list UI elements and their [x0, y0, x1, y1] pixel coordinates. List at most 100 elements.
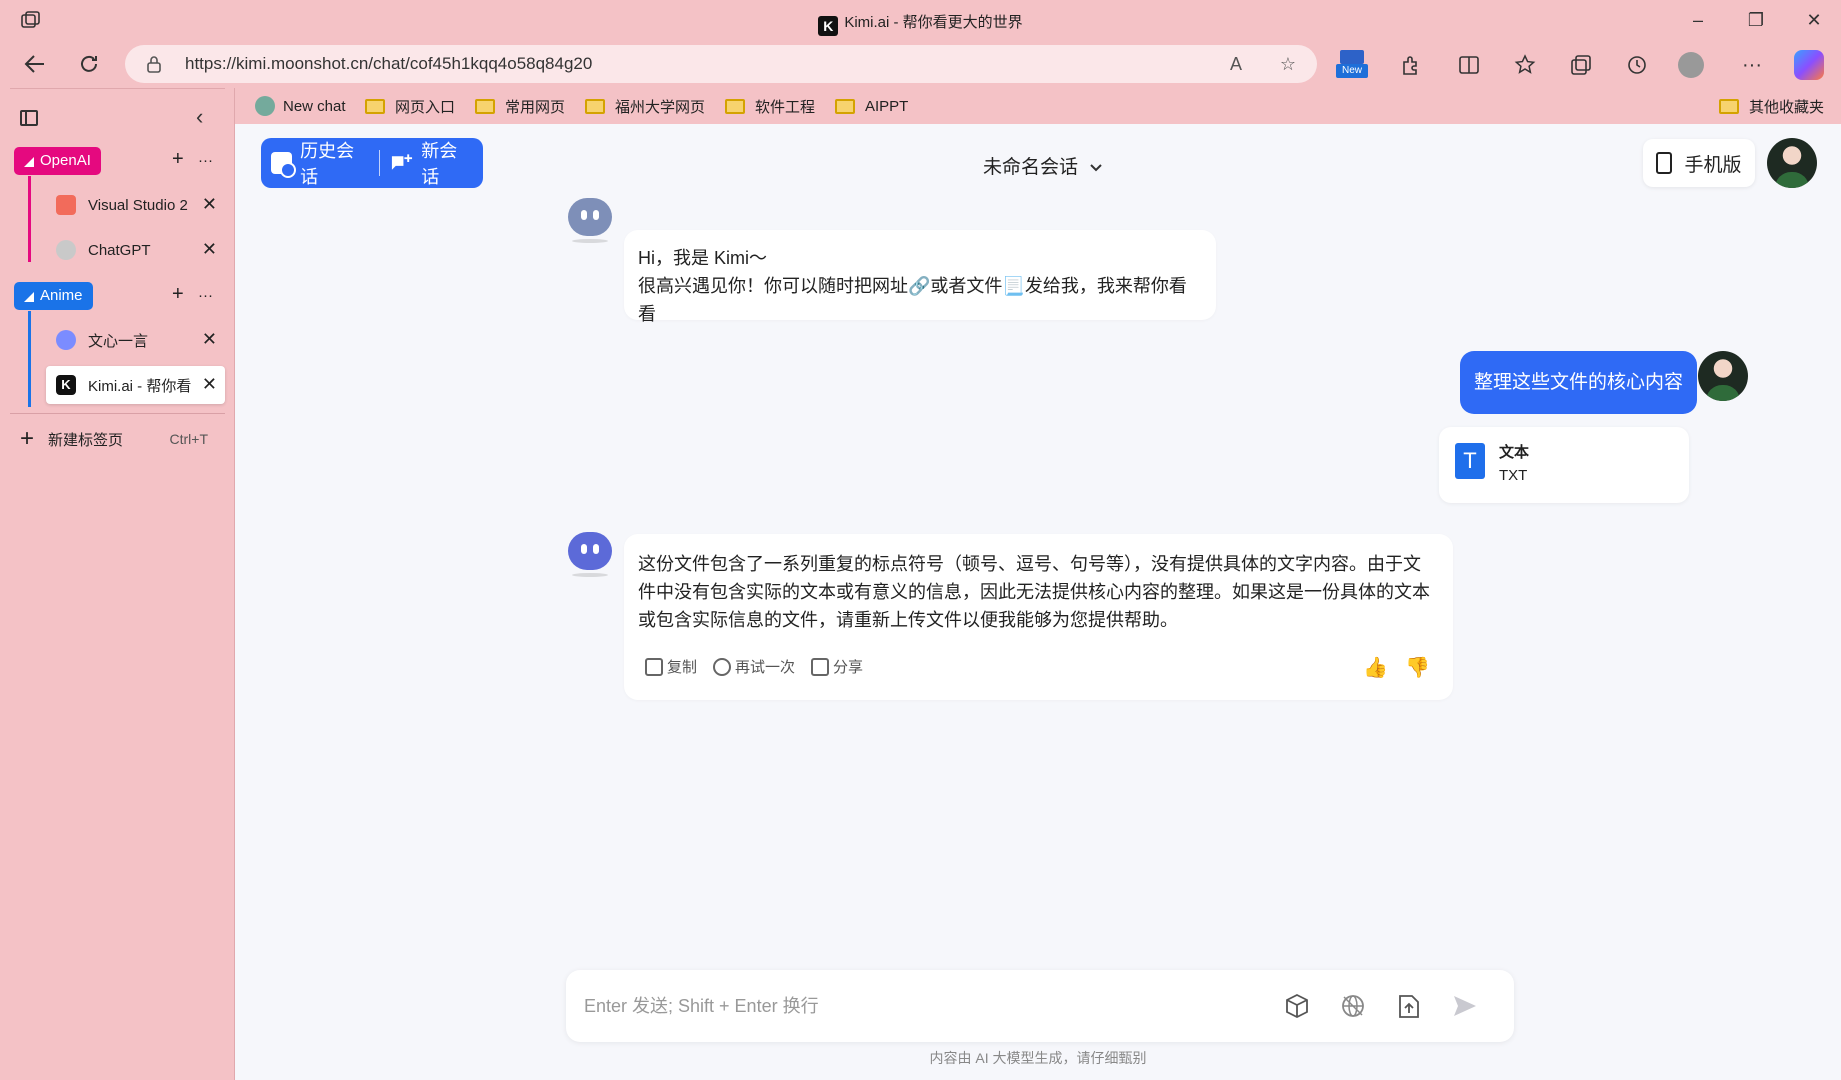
bookmark-new-chat[interactable]: New chat — [255, 95, 346, 117]
kimi-favicon-icon: K — [818, 16, 839, 36]
retry-label: 再试一次 — [735, 659, 796, 676]
share-icon — [811, 657, 830, 676]
header-button-group: 历史会话 新会话 — [261, 138, 483, 188]
bookmark-label: 软件工程 — [755, 98, 816, 116]
profile-avatar[interactable] — [1678, 52, 1704, 78]
upload-file-icon[interactable] — [1393, 990, 1425, 1022]
bookmark-label: 常用网页 — [505, 98, 566, 116]
bookmark-folder-aippt[interactable]: AIPPT — [835, 95, 908, 117]
kimi-favicon-icon: K — [56, 375, 76, 395]
more-menu-icon[interactable]: ··· — [1739, 52, 1765, 78]
collections-icon[interactable] — [1568, 52, 1594, 78]
copilot-icon[interactable] — [1794, 50, 1824, 80]
text-file-icon: T — [1455, 443, 1485, 479]
reply-actions: 复制 再试一次 分享 — [645, 656, 879, 677]
bookmarks-bar: New chat 网页入口 常用网页 福州大学网页 软件工程 AIPPT 其他收… — [235, 88, 1841, 124]
new-chat-button[interactable]: 新会话 — [380, 138, 483, 188]
history-label: 历史会话 — [300, 141, 355, 187]
user-avatar[interactable] — [1767, 138, 1817, 188]
bot-shadow — [572, 573, 608, 577]
folder-icon — [835, 98, 855, 114]
collapse-sidebar-icon[interactable]: ‹ — [196, 104, 203, 130]
tab-label: 文心一言 — [88, 332, 149, 350]
extensions-icon[interactable] — [1398, 52, 1424, 78]
group-more-button[interactable]: ··· — [198, 152, 213, 169]
bookmark-label: AIPPT — [865, 97, 909, 115]
bookmark-folder-fzu[interactable]: 福州大学网页 — [585, 95, 705, 117]
new-chat-label: 新会话 — [421, 141, 458, 187]
group-more-button[interactable]: ··· — [198, 287, 213, 304]
tab-kimi-active[interactable]: K Kimi.ai - 帮你看 ✕ — [46, 366, 225, 404]
new-feature-badge[interactable]: New — [1336, 50, 1368, 80]
ai-disclaimer: 内容由 AI 大模型生成，请仔细甄别 — [929, 1050, 1147, 1066]
close-window-button[interactable]: ✕ — [1792, 6, 1836, 34]
copy-button[interactable]: 复制 — [645, 656, 697, 677]
group-line-openai — [28, 176, 31, 262]
tab-label: ChatGPT — [88, 241, 151, 259]
thumbs-down-icon[interactable]: 👎 — [1405, 656, 1430, 680]
close-tab-icon[interactable]: ✕ — [202, 329, 217, 350]
web-search-off-icon[interactable] — [1337, 990, 1369, 1022]
address-bar[interactable]: https://kimi.moonshot.cn/chat/cof45h1kqq… — [125, 45, 1317, 83]
greeting-line-2: 很高兴遇见你！你可以随时把网址🔗或者文件📃发给我，我来帮你看看 — [638, 276, 1187, 324]
mobile-version-button[interactable]: 手机版 — [1643, 139, 1755, 187]
file-type: TXT — [1499, 467, 1528, 484]
history-icon[interactable] — [1624, 52, 1650, 78]
retry-button[interactable]: 再试一次 — [713, 656, 795, 677]
conversation-title-dropdown[interactable]: 未命名会话 — [983, 152, 1103, 179]
copy-icon — [645, 657, 663, 676]
attached-file-card[interactable]: T 文本 TXT — [1439, 427, 1689, 503]
kimi-bot-avatar — [568, 198, 612, 236]
tab-panel-icon[interactable] — [20, 110, 38, 126]
refresh-icon — [713, 657, 732, 676]
share-label: 分享 — [833, 659, 864, 676]
bookmark-label: 网页入口 — [395, 98, 456, 116]
favorites-icon[interactable] — [1512, 52, 1538, 78]
close-tab-icon[interactable]: ✕ — [202, 374, 217, 395]
share-button[interactable]: 分享 — [811, 656, 863, 677]
restore-button[interactable]: ❐ — [1734, 6, 1778, 34]
tab-wenxin[interactable]: 文心一言 ✕ — [46, 321, 225, 359]
lock-icon[interactable] — [145, 55, 163, 73]
bot-eye — [593, 544, 599, 554]
close-tab-icon[interactable]: ✕ — [202, 194, 217, 215]
favorite-star-icon[interactable]: ☆ — [1277, 53, 1299, 75]
back-button[interactable] — [18, 48, 52, 80]
new-tab-button[interactable]: + 新建标签页 Ctrl+T — [20, 424, 220, 454]
folder-icon — [365, 98, 385, 114]
tab-label: Visual Studio 2 — [88, 196, 188, 214]
bookmark-folder-common[interactable]: 常用网页 — [475, 95, 565, 117]
sidebar-divider — [10, 88, 225, 89]
bookmark-folder-web-entry[interactable]: 网页入口 — [365, 95, 455, 117]
conversation-title: 未命名会话 — [983, 157, 1079, 178]
read-aloud-icon[interactable]: A — [1225, 53, 1247, 75]
history-button[interactable]: 历史会话 — [261, 138, 379, 188]
bookmark-label: 福州大学网页 — [615, 98, 706, 116]
group-add-tab-button[interactable]: + — [172, 148, 184, 171]
bookmark-other-favorites[interactable]: 其他收藏夹 — [1719, 95, 1824, 117]
tab-group-anime[interactable]: Anime — [14, 282, 93, 310]
bookmark-folder-software-eng[interactable]: 软件工程 — [725, 95, 815, 117]
minimize-button[interactable]: – — [1676, 6, 1720, 34]
new-badge-label: New — [1336, 64, 1368, 78]
reload-icon — [81, 55, 97, 72]
tab-chatgpt[interactable]: ChatGPT ✕ — [46, 231, 225, 269]
tab-visual-studio[interactable]: Visual Studio 2 ✕ — [46, 186, 225, 224]
reload-button[interactable] — [72, 48, 106, 80]
group-add-tab-button[interactable]: + — [172, 283, 184, 306]
url-text[interactable]: https://kimi.moonshot.cn/chat/cof45h1kqq… — [185, 54, 592, 74]
send-icon[interactable] — [1449, 990, 1481, 1022]
thumbs-up-icon[interactable]: 👍 — [1363, 656, 1388, 680]
greeting-bubble: Hi，我是 Kimi～ 很高兴遇见你！你可以随时把网址🔗或者文件📃发给我，我来帮… — [624, 230, 1216, 324]
kimi-chat-page: 历史会话 新会话 未命名会话 手机版 Hi，我是 Kimi～ 很高兴遇见你！你可… — [235, 124, 1841, 1080]
close-tab-icon[interactable]: ✕ — [202, 239, 217, 260]
kimi-bot-avatar — [568, 532, 612, 570]
message-composer — [566, 970, 1514, 1042]
model-cube-icon[interactable] — [1281, 990, 1313, 1022]
bot-eye — [581, 210, 587, 220]
visual-studio-favicon-icon — [56, 195, 76, 215]
message-input[interactable] — [584, 988, 1264, 1024]
copy-label: 复制 — [667, 659, 698, 676]
split-screen-icon[interactable] — [1456, 52, 1482, 78]
tab-group-openai[interactable]: OpenAI — [14, 147, 101, 175]
